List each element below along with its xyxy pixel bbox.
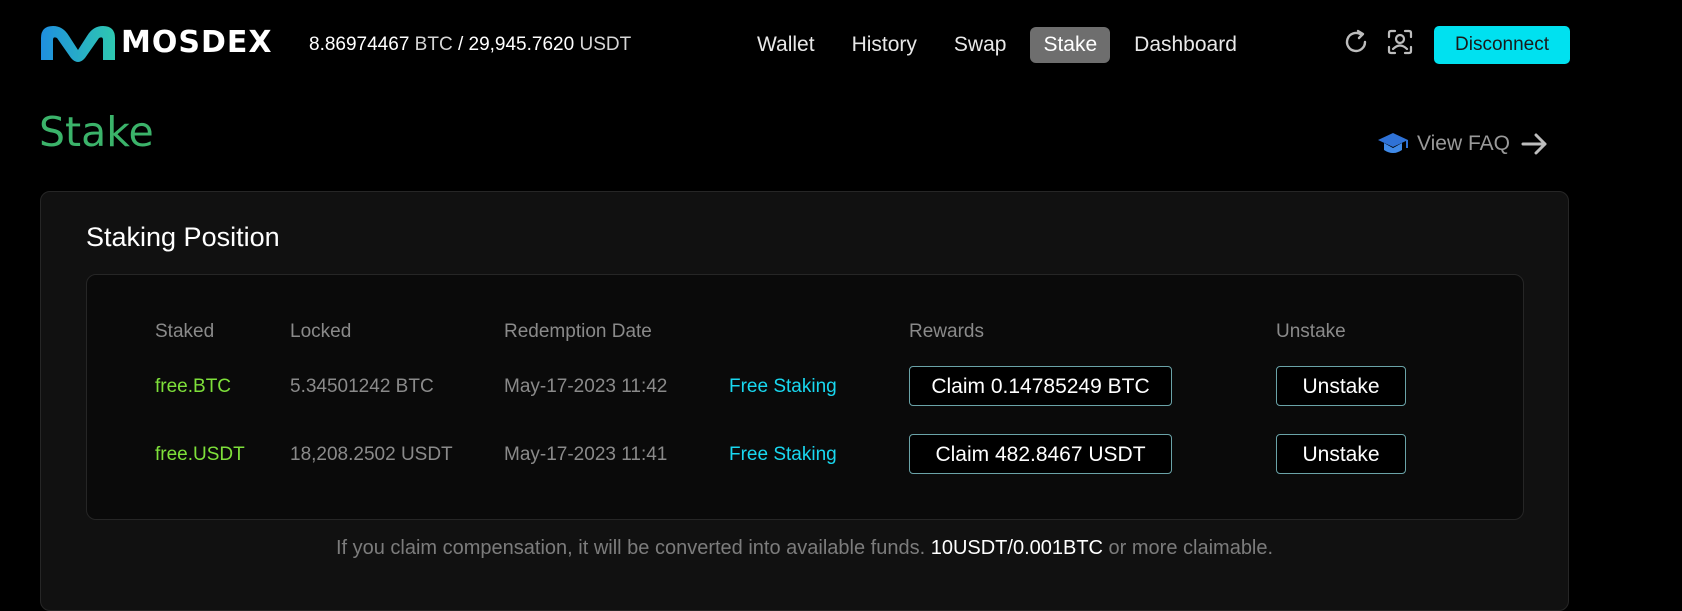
nav-dashboard[interactable]: Dashboard xyxy=(1121,27,1250,63)
claim-button[interactable]: Claim 482.8467 USDT xyxy=(909,434,1172,474)
btc-balance-unit: BTC xyxy=(414,34,453,55)
usdt-balance-unit: USDT xyxy=(579,34,632,55)
staked-token: free.USDT xyxy=(155,444,245,465)
staked-token: free.BTC xyxy=(155,376,232,397)
mosdex-logo-icon xyxy=(41,26,115,62)
claim-note: If you claim compensation, it will be co… xyxy=(41,537,1568,560)
claim-note-suffix: or more claimable. xyxy=(1103,537,1274,559)
top-header: MOSDEX 8.86974467 BTC / 29,945.7620 USDT… xyxy=(0,0,1682,90)
refresh-icon[interactable] xyxy=(1342,28,1370,56)
column-header-rewards: Rewards xyxy=(909,321,984,342)
table-row: free.USDT 18,208.2502 USDT May-17-2023 1… xyxy=(87,434,1523,474)
column-header-staked: Staked xyxy=(155,321,215,342)
redemption-date: May-17-2023 11:42 xyxy=(504,376,668,397)
balance-separator: / xyxy=(457,34,464,55)
main-nav: Wallet History Swap Stake Dashboard xyxy=(744,27,1261,63)
nav-history[interactable]: History xyxy=(839,27,930,63)
claim-threshold: 10USDT/0.001BTC xyxy=(930,537,1103,559)
graduation-cap-icon xyxy=(1378,133,1408,153)
unstake-button[interactable]: Unstake xyxy=(1276,434,1406,474)
brand-logo[interactable]: MOSDEX xyxy=(39,22,273,62)
btc-balance-value: 8.86974467 xyxy=(309,34,410,55)
view-faq-link[interactable]: View FAQ xyxy=(1376,131,1550,157)
brand-name: MOSDEX xyxy=(121,24,273,60)
staking-type: Free Staking xyxy=(729,376,837,397)
usdt-balance-value: 29,945.7620 xyxy=(468,34,575,55)
staking-table: Staked Locked Redemption Date Rewards Un… xyxy=(86,274,1524,520)
nav-wallet[interactable]: Wallet xyxy=(744,27,828,63)
redemption-date: May-17-2023 11:41 xyxy=(504,444,668,465)
locked-amount: 18,208.2502 USDT xyxy=(290,444,453,465)
staking-card: Staking Position Staked Locked Redemptio… xyxy=(40,191,1569,611)
page-title: Stake xyxy=(39,108,154,156)
account-balance: 8.86974467 BTC / 29,945.7620 USDT xyxy=(309,34,631,56)
account-icon[interactable] xyxy=(1386,28,1414,56)
table-row: free.BTC 5.34501242 BTC May-17-2023 11:4… xyxy=(87,366,1523,406)
column-header-locked: Locked xyxy=(290,321,352,342)
claim-note-text: If you claim compensation, it will be co… xyxy=(335,537,931,559)
arrow-right-icon xyxy=(1521,133,1547,155)
staking-type: Free Staking xyxy=(729,444,837,465)
disconnect-button[interactable]: Disconnect xyxy=(1434,26,1570,64)
staking-position-title: Staking Position xyxy=(86,222,280,252)
column-header-redemption-date: Redemption Date xyxy=(504,321,652,342)
nav-stake[interactable]: Stake xyxy=(1030,27,1111,63)
claim-button[interactable]: Claim 0.14785249 BTC xyxy=(909,366,1172,406)
locked-amount: 5.34501242 BTC xyxy=(290,376,434,397)
unstake-button[interactable]: Unstake xyxy=(1276,366,1406,406)
view-faq-label: View FAQ xyxy=(1417,132,1510,155)
column-header-unstake: Unstake xyxy=(1276,321,1346,342)
nav-swap[interactable]: Swap xyxy=(941,27,1020,63)
